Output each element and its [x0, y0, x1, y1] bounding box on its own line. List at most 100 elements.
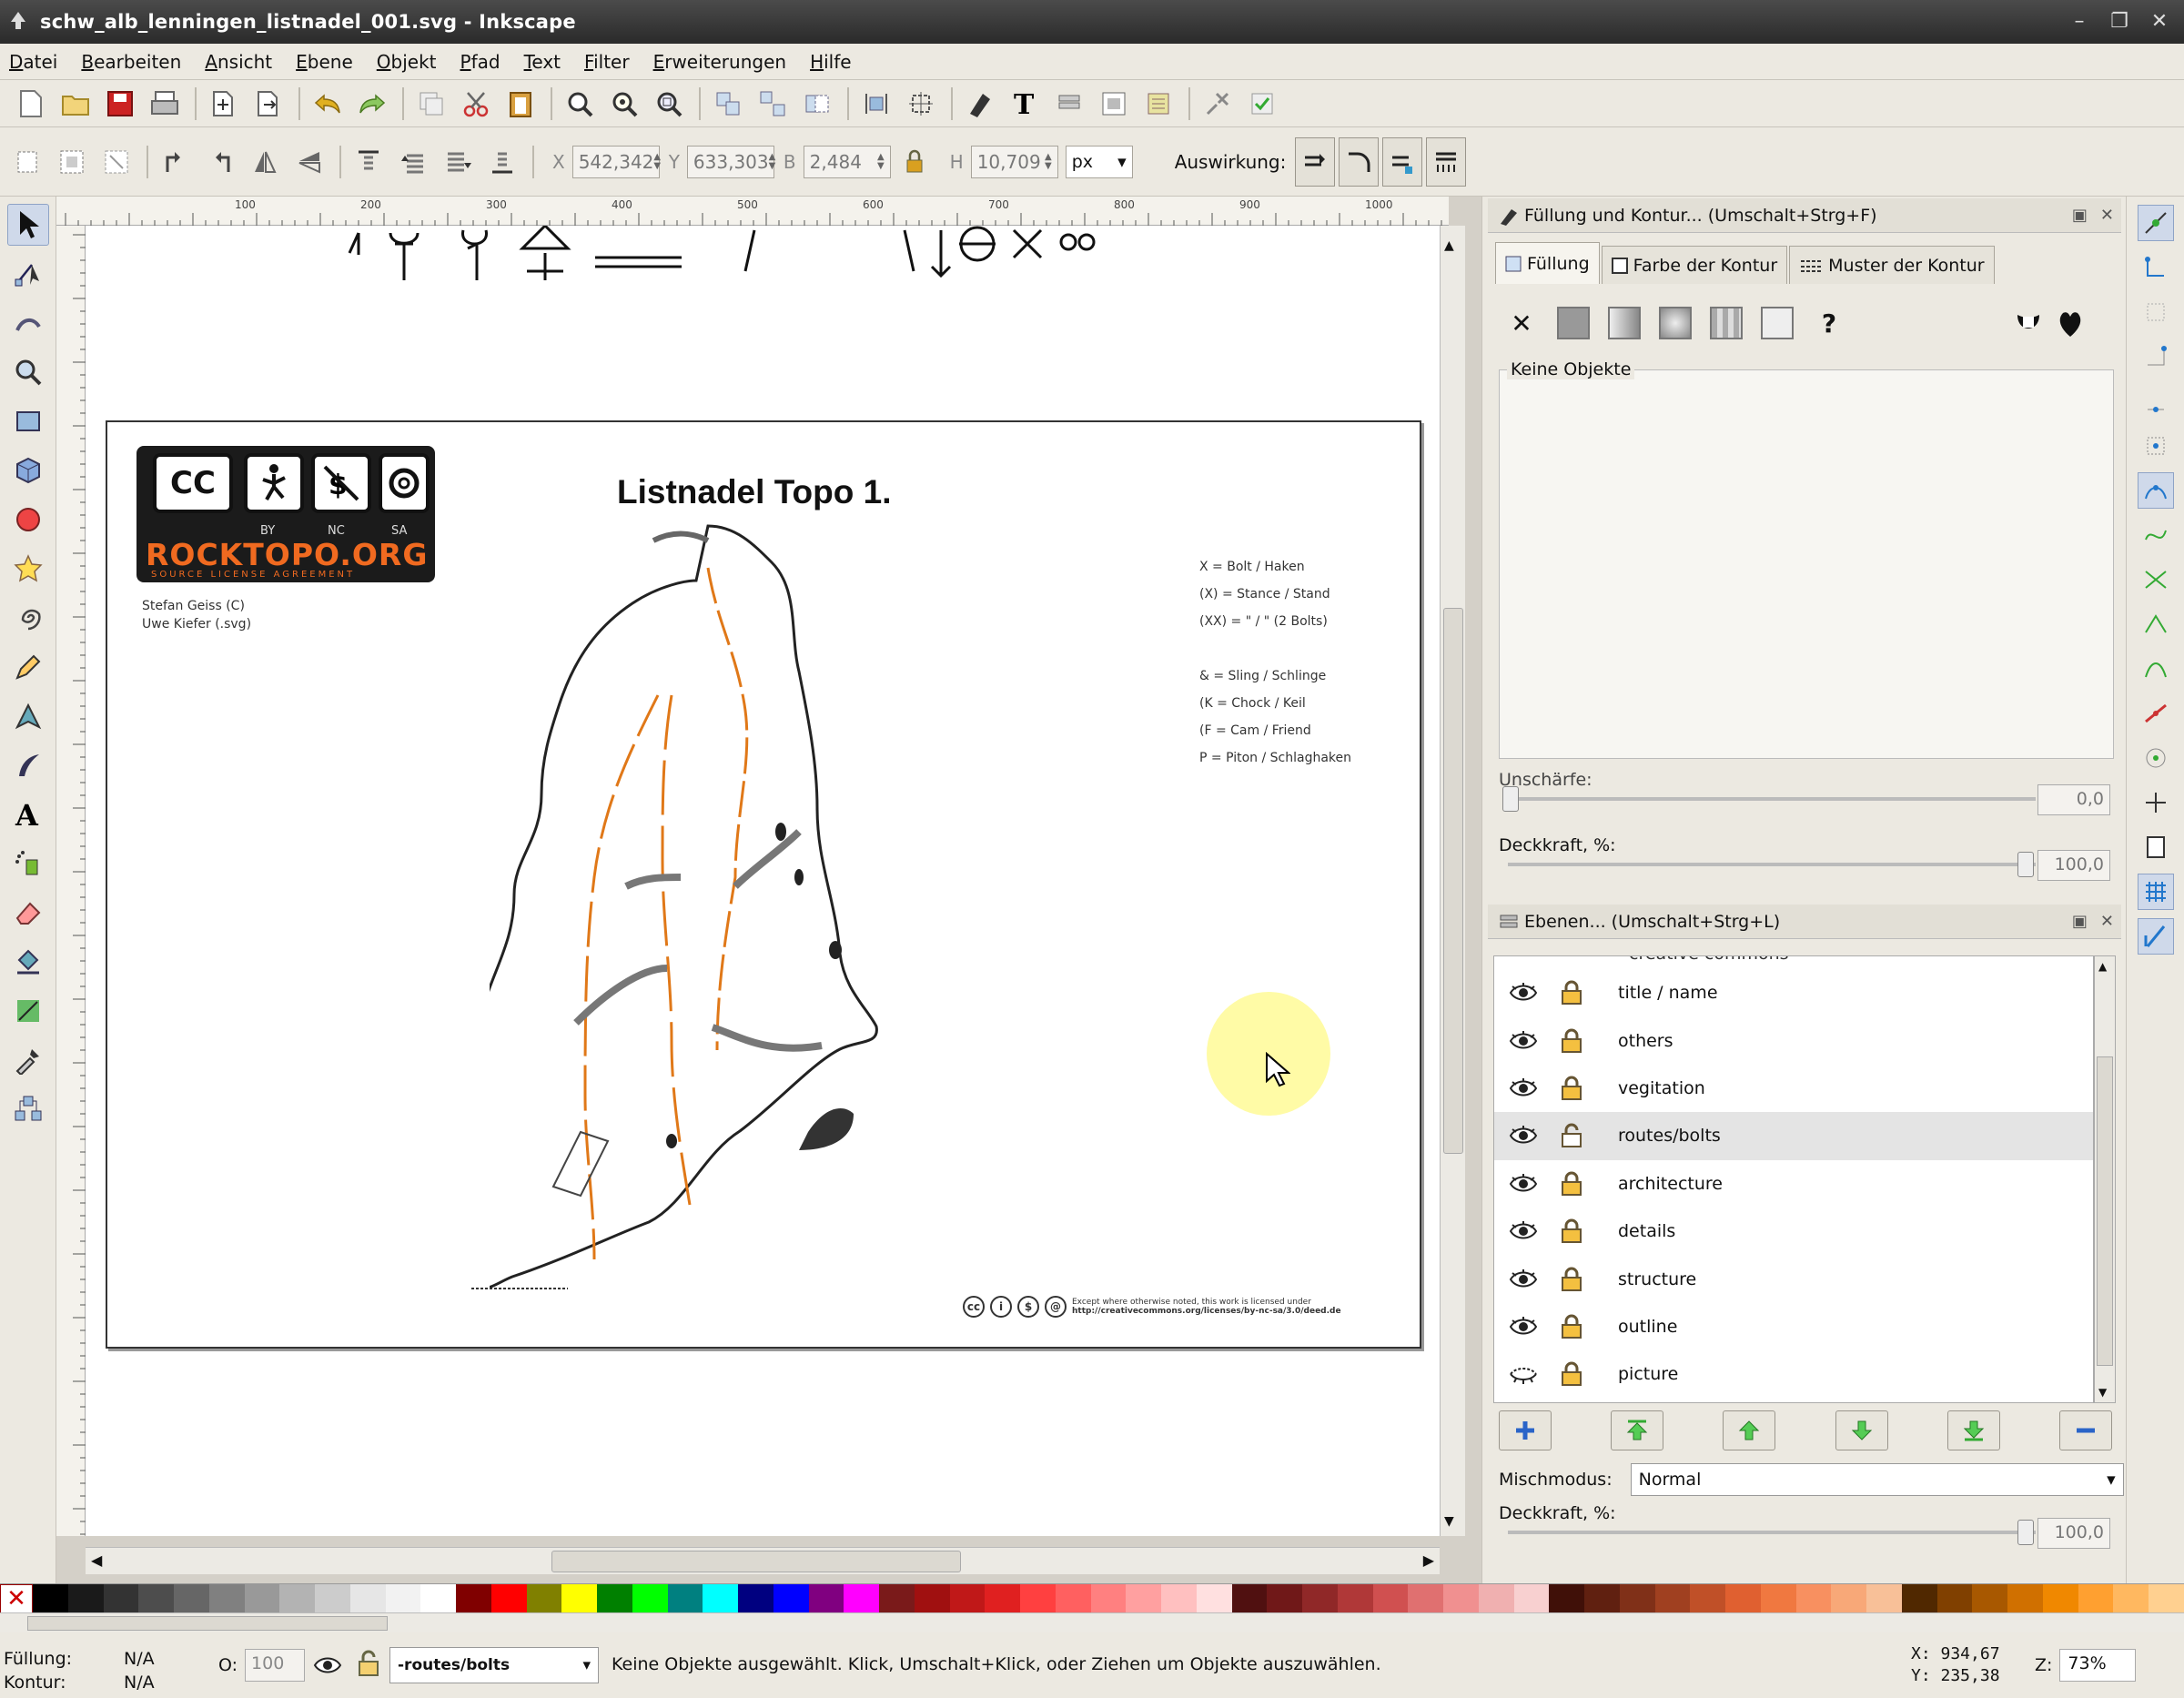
color-swatch[interactable]: [561, 1584, 597, 1613]
pattern-icon[interactable]: [1710, 307, 1743, 339]
height-input[interactable]: 10,709 ▲ ▼: [970, 145, 1058, 178]
snap-paths-icon[interactable]: [2138, 517, 2174, 553]
menu-filter[interactable]: Filter: [584, 51, 630, 73]
scale-corners-toggle[interactable]: [1339, 136, 1380, 187]
snap-intersections-icon[interactable]: [2138, 561, 2174, 598]
color-swatch[interactable]: [1126, 1584, 1161, 1613]
unset-paint-icon[interactable]: ?: [1812, 306, 1846, 340]
layer-row[interactable]: others: [1494, 1016, 2093, 1064]
layer-name[interactable]: picture: [1618, 1364, 1678, 1384]
color-swatch[interactable]: [174, 1584, 209, 1613]
color-swatch[interactable]: [67, 1584, 104, 1613]
flat-color-icon[interactable]: [1557, 307, 1590, 339]
panel-collapse-icon[interactable]: ▣: [2072, 206, 2088, 225]
color-swatch[interactable]: [1831, 1584, 1866, 1613]
color-swatch[interactable]: [279, 1584, 315, 1613]
tab-stroke-paint[interactable]: Farbe der Kontur: [1601, 246, 1788, 284]
color-swatch[interactable]: [1302, 1584, 1338, 1613]
transform-gradients-toggle[interactable]: [1382, 136, 1423, 187]
y-input[interactable]: 633,303 ▲ ▼: [686, 145, 775, 178]
layer-visibility-eye-icon[interactable]: [313, 1653, 342, 1678]
calligraphy-tool-icon[interactable]: [7, 744, 49, 786]
color-swatch[interactable]: [808, 1584, 844, 1613]
import-icon[interactable]: [206, 86, 242, 122]
color-swatch[interactable]: [1267, 1584, 1302, 1613]
blend-mode-select[interactable]: Normal ▾: [1630, 1463, 2124, 1496]
color-swatch[interactable]: [1372, 1584, 1409, 1613]
panel-close-icon[interactable]: ✕: [2100, 912, 2114, 931]
color-swatch[interactable]: [315, 1584, 350, 1613]
tools-settings-icon[interactable]: [1199, 86, 1236, 122]
fill-indicator-value[interactable]: N/A: [124, 1647, 155, 1671]
open-folder-icon[interactable]: [57, 86, 94, 122]
color-swatch[interactable]: [2149, 1584, 2184, 1613]
zoom-selection-icon[interactable]: [561, 86, 598, 122]
color-swatch[interactable]: [1725, 1584, 1761, 1613]
layer-name[interactable]: structure: [1618, 1269, 1696, 1289]
no-color-swatch[interactable]: ✕: [0, 1584, 33, 1613]
selector-tool-icon[interactable]: [7, 204, 49, 246]
layer-name[interactable]: outline: [1618, 1317, 1677, 1337]
layers-icon[interactable]: [1051, 86, 1087, 122]
deselect-icon[interactable]: [98, 144, 135, 180]
layer-row[interactable]: picture: [1494, 1350, 2093, 1398]
layer-opacity-input[interactable]: 100,0: [2037, 1518, 2110, 1549]
color-swatch[interactable]: [103, 1584, 139, 1613]
fill-rule-evenodd-icon[interactable]: [2014, 309, 2043, 339]
menu-pfad[interactable]: Pfad: [460, 51, 500, 73]
ungroup-icon[interactable]: [754, 86, 791, 122]
spiral-tool-icon[interactable]: [7, 597, 49, 639]
rotate-cw-icon[interactable]: [202, 144, 238, 180]
eye-open-icon[interactable]: [1507, 1268, 1540, 1291]
layer-name[interactable]: routes/bolts: [1618, 1126, 1721, 1146]
lock-ratio-icon[interactable]: [896, 144, 933, 180]
lower-to-bottom-icon[interactable]: [484, 144, 521, 180]
save-icon[interactable]: [102, 86, 138, 122]
layer-name[interactable]: title / name: [1618, 983, 1718, 1003]
export-icon[interactable]: [250, 86, 287, 122]
color-swatch[interactable]: [1584, 1584, 1620, 1613]
drawing-canvas[interactable]: CC $ BY NC SA ROCKTOPO.ORG SOURCE LICENS…: [86, 226, 1440, 1536]
flip-horizontal-icon[interactable]: [247, 144, 283, 180]
panel-close-icon[interactable]: ✕: [2100, 206, 2114, 225]
color-swatch[interactable]: [456, 1584, 491, 1613]
lock-closed-icon[interactable]: [1558, 1267, 1585, 1292]
layer-name[interactable]: vegitation: [1618, 1078, 1705, 1098]
flip-vertical-icon[interactable]: [291, 144, 328, 180]
layer-name[interactable]: details: [1618, 1221, 1675, 1241]
current-layer-select[interactable]: -routes/bolts ▾: [389, 1647, 599, 1683]
scale-stroke-toggle[interactable]: [1295, 136, 1336, 187]
snap-bbox-midpoint-icon[interactable]: [2138, 383, 2174, 419]
snap-centers-icon[interactable]: [2138, 740, 2174, 776]
snap-cusp-nodes-icon[interactable]: [2138, 606, 2174, 642]
color-swatch[interactable]: [1654, 1584, 1691, 1613]
eraser-tool-icon[interactable]: [7, 892, 49, 934]
color-swatch[interactable]: [2078, 1584, 2114, 1613]
color-swatch[interactable]: [1231, 1584, 1268, 1613]
canvas-horizontal-scrollbar[interactable]: ◀ ▶: [86, 1547, 1440, 1574]
zoom-input[interactable]: 73%: [2059, 1649, 2137, 1682]
raise-layer-button[interactable]: [1723, 1410, 1776, 1450]
align-icon[interactable]: [858, 86, 895, 122]
snap-smooth-nodes-icon[interactable]: [2138, 651, 2174, 687]
clone-icon[interactable]: [799, 86, 835, 122]
layer-row[interactable]: details: [1494, 1208, 2093, 1255]
select-all-icon[interactable]: [9, 144, 46, 180]
transform-patterns-toggle[interactable]: [1426, 136, 1467, 187]
canvas-vertical-scrollbar[interactable]: ▲ ▼: [1440, 226, 1465, 1536]
color-swatch[interactable]: [703, 1584, 738, 1613]
snap-bbox-edge-icon[interactable]: [2138, 294, 2174, 330]
menu-text[interactable]: Text: [524, 51, 561, 73]
bucket-fill-tool-icon[interactable]: [7, 941, 49, 983]
palette-scrollbar[interactable]: [0, 1612, 2184, 1632]
print-icon[interactable]: [147, 86, 183, 122]
menu-objekt[interactable]: Objekt: [377, 51, 437, 73]
color-swatch[interactable]: [2113, 1584, 2149, 1613]
preferences-icon[interactable]: [1140, 86, 1177, 122]
layer-row[interactable]: outline: [1494, 1303, 2093, 1350]
tab-stroke-style[interactable]: Muster der Kontur: [1789, 246, 1995, 284]
color-swatch[interactable]: [1690, 1584, 1725, 1613]
color-swatch[interactable]: [597, 1584, 632, 1613]
eye-open-icon[interactable]: [1507, 1219, 1540, 1243]
layer-to-bottom-button[interactable]: [1946, 1410, 2000, 1450]
